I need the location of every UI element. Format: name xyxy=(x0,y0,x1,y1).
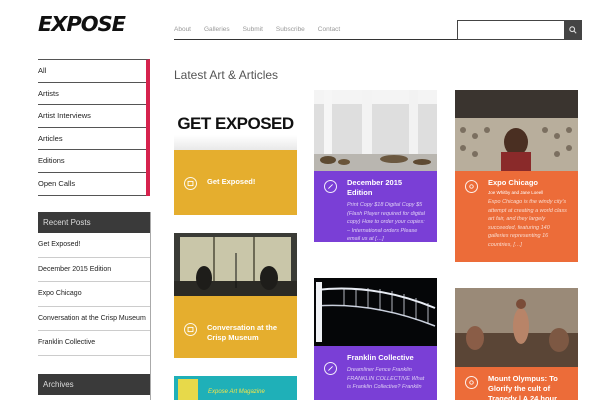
category-open-calls[interactable]: Open Calls xyxy=(38,173,146,196)
post-image: GET EXPOSED xyxy=(174,90,297,150)
post-card-december-2015[interactable]: December 2015 Edition Print Copy $18 Dig… xyxy=(314,90,437,242)
archives-widget: Archives xyxy=(38,374,150,395)
edit-icon xyxy=(324,362,337,375)
post-title[interactable]: December 2015 Edition xyxy=(347,178,427,198)
category-articles[interactable]: Articles xyxy=(38,128,146,151)
site-logo[interactable]: EXPOSE xyxy=(38,12,150,36)
post-image xyxy=(174,233,297,296)
post-card-conversation-crisp[interactable]: Conversation at the Crisp Museum xyxy=(174,233,297,358)
nav-subscribe[interactable]: Subscribe xyxy=(276,22,305,40)
category-editions[interactable]: Editions xyxy=(38,150,146,173)
page-title: Latest Art & Articles xyxy=(174,68,279,82)
post-excerpt: Print Copy $18 Digital Copy $5 (Flash Pl… xyxy=(347,202,425,242)
post-image xyxy=(455,288,578,367)
post-title[interactable]: Expo Chicago xyxy=(488,178,568,188)
main-nav: About Galleries Submit Subscribe Contact xyxy=(174,22,340,40)
post-banner: Expose Art Magazine xyxy=(208,389,265,395)
edit-icon xyxy=(324,180,337,193)
category-all[interactable]: All xyxy=(38,60,146,83)
post-title[interactable]: Conversation at the Crisp Museum xyxy=(207,323,287,343)
sidebar-divider xyxy=(150,212,151,400)
recent-post-link[interactable]: Franklin Collective xyxy=(38,331,150,356)
search-icon xyxy=(569,26,577,34)
post-type-icon xyxy=(184,323,197,336)
recent-post-link[interactable]: Expo Chicago xyxy=(38,282,150,307)
recent-post-link[interactable]: Get Exposed! xyxy=(38,233,150,258)
post-excerpt: Expo Chicago is the windy city's attempt… xyxy=(488,199,567,248)
post-title[interactable]: Get Exposed! xyxy=(207,177,287,187)
nav-submit[interactable]: Submit xyxy=(243,22,263,40)
category-artists[interactable]: Artists xyxy=(38,83,146,106)
nav-contact[interactable]: Contact xyxy=(318,22,340,40)
post-type-icon xyxy=(465,376,478,389)
recent-post-link[interactable]: December 2015 Edition xyxy=(38,258,150,283)
recent-posts-widget: Recent Posts Get Exposed! December 2015 … xyxy=(38,212,150,356)
post-card-mount-olympus[interactable]: Mount Olympus: To Glorify the cult of Tr… xyxy=(455,288,578,400)
banner-text: GET EXPOSED xyxy=(177,114,294,133)
post-card-expo-chicago[interactable]: Expo Chicago Joe Whitby and Jane Loeell … xyxy=(455,90,578,262)
recent-posts-title: Recent Posts xyxy=(38,212,150,233)
post-image xyxy=(178,379,198,400)
post-image xyxy=(314,90,437,171)
search-button[interactable] xyxy=(564,20,582,40)
post-type-icon xyxy=(465,180,478,193)
post-type-icon xyxy=(184,177,197,190)
post-title[interactable]: Franklin Collective xyxy=(347,353,427,363)
post-byline: Joe Whitby and Jane Loeell xyxy=(488,190,544,195)
post-title[interactable]: Mount Olympus: To Glorify the cult of Tr… xyxy=(488,374,568,400)
post-card-franklin-collective[interactable]: Franklin Collective Dreamliner Fence Fra… xyxy=(314,278,437,400)
category-list: All Artists Artist Interviews Articles E… xyxy=(38,59,150,196)
post-card-expose-magazine[interactable]: Expose Art Magazine xyxy=(174,376,297,400)
nav-galleries[interactable]: Galleries xyxy=(204,22,230,40)
post-card-get-exposed[interactable]: GET EXPOSED Get Exposed! xyxy=(174,90,297,215)
post-image xyxy=(314,278,437,346)
nav-about[interactable]: About xyxy=(174,22,191,40)
post-image xyxy=(455,90,578,171)
search-input[interactable] xyxy=(457,20,582,40)
post-excerpt: Dreamliner Fence Franklin FRANKLIN COLLE… xyxy=(347,367,425,390)
category-artist-interviews[interactable]: Artist Interviews xyxy=(38,105,146,128)
archives-title: Archives xyxy=(38,374,150,395)
recent-post-link[interactable]: Conversation at the Crisp Museum xyxy=(38,307,150,332)
